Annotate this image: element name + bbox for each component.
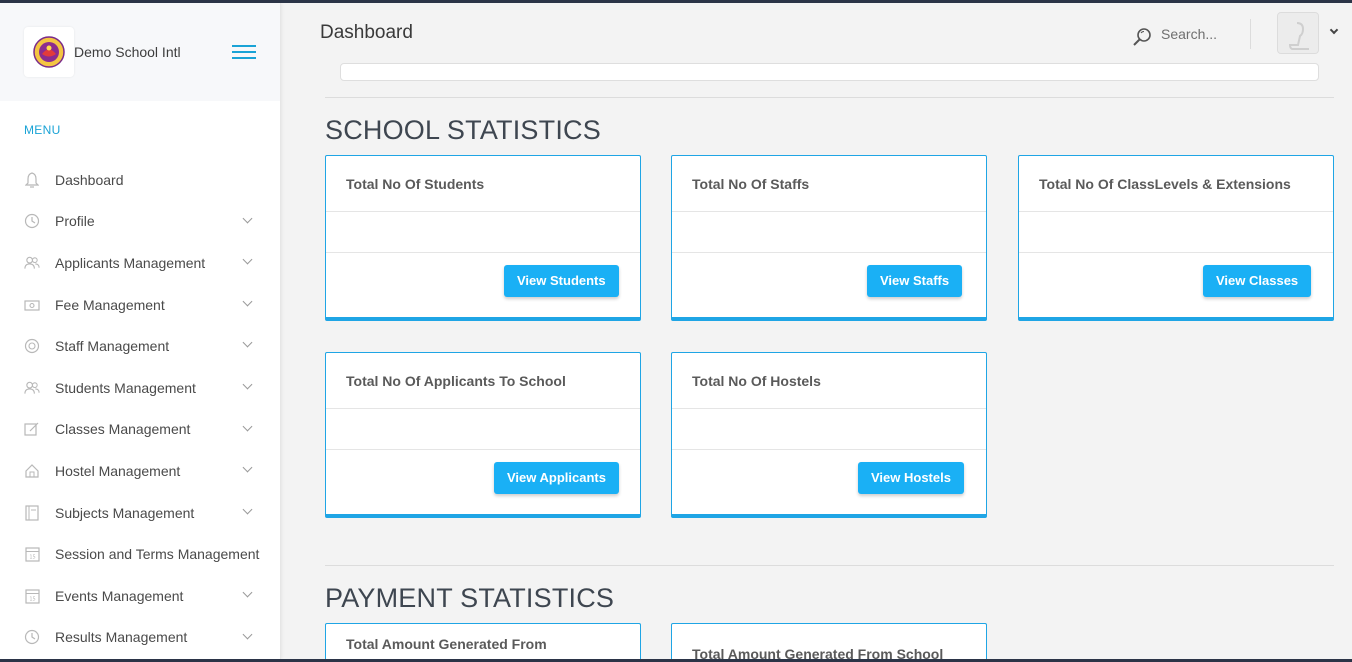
clock-icon	[24, 213, 40, 229]
chevron-down-icon[interactable]	[242, 337, 253, 348]
notice-bar	[340, 63, 1319, 81]
calendar-icon: 15	[24, 588, 40, 604]
chevron-down-icon[interactable]	[242, 462, 253, 473]
chevron-down-icon[interactable]	[242, 254, 253, 265]
avatar[interactable]	[1277, 12, 1319, 54]
stat-card-value	[1019, 212, 1333, 253]
support-icon	[24, 338, 40, 354]
page-title: Dashboard	[320, 22, 413, 43]
topbar: Dashboard	[281, 3, 1352, 63]
header-divider	[1250, 19, 1251, 49]
menu-toggle-icon[interactable]	[232, 45, 256, 61]
view-button[interactable]: View Hostels	[858, 462, 964, 494]
stat-card-footer: View Hostels	[672, 450, 986, 514]
stat-card: Total No Of Hostels View Hostels	[671, 352, 987, 518]
stat-card-title: Total No Of Students	[326, 156, 640, 212]
chevron-down-icon[interactable]	[242, 213, 253, 224]
notebook-icon	[24, 504, 40, 521]
sidebar-item-label: Subjects Management	[55, 504, 195, 521]
stat-card: Total No Of Applicants To School View App…	[325, 352, 641, 518]
stat-card-title: Total No Of Hostels	[672, 353, 986, 409]
sidebar-item-results-management[interactable]: Results Management	[0, 617, 280, 659]
sidebar-item-label: Students Management	[55, 379, 196, 396]
svg-text:15: 15	[29, 596, 35, 602]
sidebar-item-label: Fee Management	[55, 296, 165, 313]
stat-card-value	[326, 409, 640, 450]
sidebar-item-subjects-management[interactable]: Subjects Management	[0, 492, 280, 534]
stat-card-value	[326, 212, 640, 253]
stat-card: Total No Of ClassLevels & Extensions View…	[1018, 155, 1334, 321]
payment-card: Total Amount Generated From School Fees	[671, 623, 987, 659]
app-window: Demo School Intl MENU Dashboard Profile Ap…	[0, 3, 1352, 659]
menu-section-title: MENU	[24, 123, 61, 137]
stat-card: Total No Of Staffs View Staffs	[671, 155, 987, 321]
view-button[interactable]: View Applicants	[494, 462, 619, 494]
sidebar-item-staff-management[interactable]: Staff Management	[0, 325, 280, 367]
calendar-icon: 15	[24, 546, 40, 562]
sidebar-item-label: Staff Management	[55, 338, 170, 355]
search-input[interactable]	[1161, 23, 1251, 45]
divider	[325, 565, 1334, 566]
divider	[325, 97, 1334, 98]
payment-card-title: Total Amount Generated From School Fees	[692, 646, 944, 659]
payment-card: Total Amount Generated From Application …	[325, 623, 641, 659]
chevron-down-icon[interactable]	[242, 379, 253, 390]
sidebar-item-classes-management[interactable]: Classes Management	[0, 409, 280, 451]
stat-card: Total No Of Students View Students	[325, 155, 641, 321]
stat-card-footer: View Students	[326, 253, 640, 317]
stat-card-footer: View Staffs	[672, 253, 986, 317]
sidebar-item-profile[interactable]: Profile	[0, 201, 280, 243]
sidebar: Demo School Intl MENU Dashboard Profile Ap…	[0, 3, 281, 659]
stat-card-title: Total No Of Applicants To School	[326, 353, 640, 409]
stat-card-value	[672, 409, 986, 450]
school-logo[interactable]	[24, 27, 74, 77]
sidebar-item-label: Hostel Management	[55, 462, 181, 479]
sidebar-item-fee-management[interactable]: Fee Management	[0, 284, 280, 326]
view-button[interactable]: View Students	[504, 265, 619, 297]
stat-card-footer: View Applicants	[326, 450, 640, 514]
sidebar-item-applicants-management[interactable]: Applicants Management	[0, 242, 280, 284]
stat-card-value	[672, 212, 986, 253]
home-icon	[24, 463, 40, 479]
stat-card-footer: View Classes	[1019, 253, 1333, 317]
chevron-down-icon[interactable]	[1329, 25, 1339, 35]
users-icon	[24, 380, 40, 396]
clock-icon	[24, 629, 40, 645]
chevron-down-icon[interactable]	[242, 421, 253, 432]
payment-card-title: Total Amount Generated From Application …	[346, 636, 547, 659]
sidebar-item-label: Events Management	[55, 587, 184, 604]
stat-card-title: Total No Of ClassLevels & Extensions	[1019, 156, 1333, 212]
school-crest-icon	[33, 36, 65, 68]
sidebar-item-session-and-terms-management[interactable]: 15 Session and Terms Management	[0, 533, 280, 575]
sidebar-item-events-management[interactable]: 15 Events Management	[0, 575, 280, 617]
bell-icon	[24, 172, 40, 188]
chevron-down-icon[interactable]	[242, 296, 253, 307]
search-icon[interactable]	[1132, 27, 1152, 47]
brand-header: Demo School Intl	[0, 3, 280, 101]
sidebar-item-students-management[interactable]: Students Management	[0, 367, 280, 409]
sidebar-item-label: Dashboard	[55, 171, 124, 188]
chevron-down-icon[interactable]	[242, 504, 253, 515]
sidebar-item-label: Results Management	[55, 629, 188, 646]
cash-icon	[24, 297, 40, 313]
sidebar-menu: Dashboard Profile Applicants Management Fee…	[0, 159, 280, 658]
sidebar-item-label: Applicants Management	[55, 254, 206, 271]
sidebar-item-label: Session and Terms Management	[55, 546, 260, 563]
users-icon	[24, 255, 40, 271]
view-button[interactable]: View Classes	[1203, 265, 1312, 297]
school-name: Demo School Intl	[74, 44, 181, 60]
stat-card-title: Total No Of Staffs	[672, 156, 986, 212]
sidebar-item-label: Profile	[55, 213, 95, 230]
chevron-down-icon[interactable]	[242, 629, 253, 639]
view-button[interactable]: View Staffs	[867, 265, 963, 297]
edit-icon	[24, 421, 40, 437]
svg-text:15: 15	[29, 555, 35, 561]
user-avatar-icon	[1278, 13, 1318, 53]
sidebar-item-label: Classes Management	[55, 421, 191, 438]
chevron-down-icon[interactable]	[242, 587, 253, 598]
sidebar-item-hostel-management[interactable]: Hostel Management	[0, 450, 280, 492]
sidebar-item-dashboard[interactable]: Dashboard	[0, 159, 280, 201]
payment-statistics-title: PAYMENT STATISTICS	[325, 583, 615, 613]
school-statistics-title: SCHOOL STATISTICS	[325, 115, 601, 145]
